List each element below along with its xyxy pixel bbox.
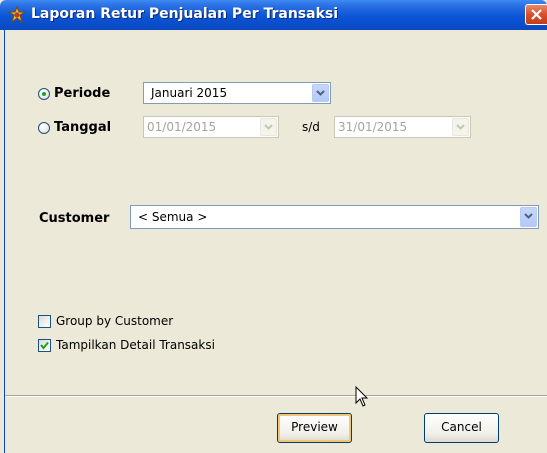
tanggal-radio[interactable]: Tanggal (38, 120, 111, 135)
report-dialog: Laporan Retur Penjualan Per Transaksi Pe… (0, 0, 547, 453)
preview-button[interactable]: Preview (277, 413, 352, 443)
tampilkan-detail-label: Tampilkan Detail Transaksi (56, 338, 215, 352)
group-by-customer-checkbox[interactable]: Group by Customer (38, 314, 173, 328)
customer-label: Customer (39, 211, 110, 226)
periode-label: Periode (54, 86, 111, 101)
report-app-icon (8, 6, 26, 24)
periode-select-value: Januari 2015 (151, 86, 228, 100)
customer-select-value: < Semua > (138, 210, 208, 224)
tanggal-from-picker[interactable]: 01/01/2015 (143, 116, 279, 138)
tanggal-to-dropdown-button[interactable] (452, 118, 469, 136)
tampilkan-detail-checkbox[interactable]: Tampilkan Detail Transaksi (38, 338, 215, 352)
tanggal-to-picker[interactable]: 31/01/2015 (334, 116, 471, 138)
check-mark-icon (40, 341, 49, 350)
group-by-customer-box[interactable] (38, 314, 51, 328)
sd-separator: s/d (302, 120, 320, 134)
periode-radio-button[interactable] (38, 87, 50, 100)
chevron-down-icon (456, 124, 465, 130)
periode-dropdown-button[interactable] (312, 84, 329, 102)
customer-select[interactable]: < Semua > (130, 205, 539, 229)
tanggal-from-dropdown-button[interactable] (260, 118, 277, 136)
group-by-customer-label: Group by Customer (56, 314, 174, 328)
chevron-down-icon (316, 90, 325, 96)
close-button[interactable] (525, 4, 547, 25)
cancel-button[interactable]: Cancel (424, 413, 499, 443)
title-bar[interactable]: Laporan Retur Penjualan Per Transaksi (0, 0, 547, 30)
tanggal-to-value: 31/01/2015 (338, 120, 408, 134)
chevron-down-icon (524, 213, 533, 219)
periode-radio[interactable]: Periode (38, 86, 110, 101)
chevron-down-icon (264, 124, 273, 130)
tanggal-label: Tanggal (54, 120, 112, 135)
close-icon (531, 9, 542, 20)
tanggal-radio-button[interactable] (38, 121, 50, 134)
periode-select[interactable]: Januari 2015 (143, 82, 331, 104)
customer-dropdown-button[interactable] (520, 207, 537, 227)
tanggal-from-value: 01/01/2015 (147, 120, 217, 134)
button-separator (5, 395, 547, 397)
window-title: Laporan Retur Penjualan Per Transaksi (31, 6, 339, 22)
mouse-cursor-icon (355, 386, 369, 407)
tampilkan-detail-box[interactable] (38, 338, 51, 352)
dialog-body: Periode Januari 2015 Tanggal 01/01/2015 … (4, 30, 547, 453)
